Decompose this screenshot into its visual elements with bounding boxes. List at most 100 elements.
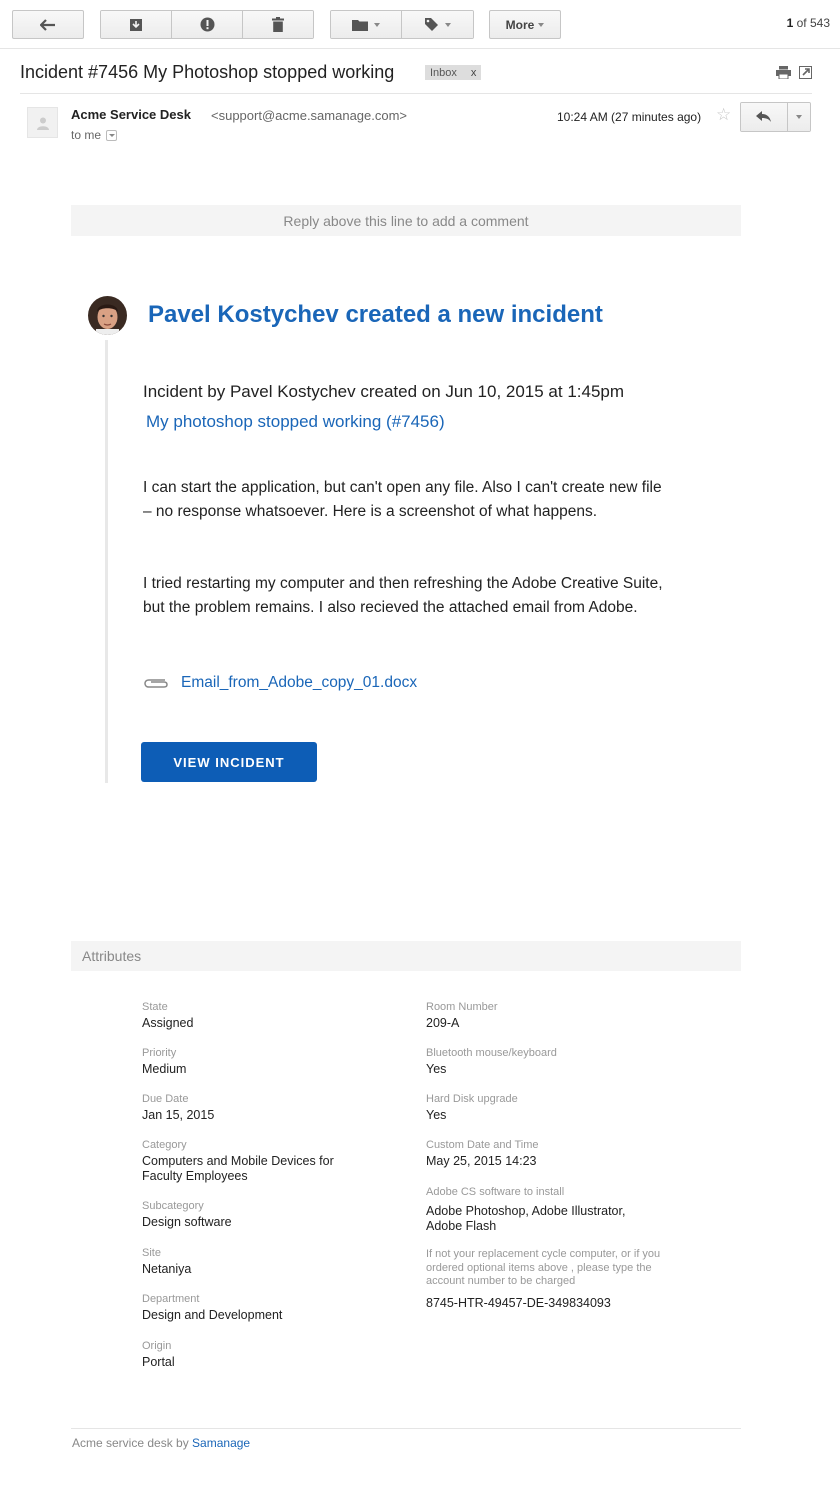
- toolbar: More 1 of 543: [0, 0, 840, 49]
- move-to-button[interactable]: [331, 11, 402, 38]
- tag-icon: [424, 18, 438, 31]
- thread-rail: [105, 340, 108, 783]
- labels-button[interactable]: [401, 11, 473, 38]
- attribute-due-date: Due Date Jan 15, 2015: [142, 1093, 382, 1123]
- attribute-label: Room Number: [426, 1001, 498, 1013]
- inbox-label-chip: Inbox x: [425, 65, 482, 80]
- action-button-group: [100, 10, 314, 39]
- attribute-value: Assigned: [142, 1016, 194, 1030]
- arrow-left-icon: [40, 18, 55, 31]
- more-label: More: [505, 17, 535, 32]
- attribute-value: Yes: [426, 1062, 447, 1076]
- sender-name[interactable]: Acme Service Desk: [71, 107, 191, 122]
- more-button[interactable]: More: [489, 10, 561, 39]
- reply-more-button[interactable]: [788, 103, 810, 131]
- attribute-value: Medium: [142, 1062, 187, 1076]
- view-incident-button[interactable]: VIEW INCIDENT: [141, 742, 317, 782]
- back-button[interactable]: [12, 10, 84, 39]
- move-label-group: [330, 10, 474, 39]
- exclamation-icon: [200, 17, 214, 32]
- pager: 1 of 543: [787, 16, 830, 30]
- report-spam-button[interactable]: [172, 11, 243, 38]
- attribute-custom-date: Custom Date and Time May 25, 2015 14:23: [426, 1139, 666, 1169]
- remove-label-button[interactable]: x: [471, 67, 477, 79]
- trash-icon: [272, 17, 284, 32]
- reply-button[interactable]: [741, 103, 789, 131]
- attribute-value: Computers and Mobile Devices for Faculty…: [142, 1154, 334, 1183]
- show-details-button[interactable]: [106, 129, 118, 141]
- attribute-label: Site: [142, 1247, 161, 1259]
- chevron-down-icon: [538, 22, 545, 27]
- attribute-value: 209-A: [426, 1016, 460, 1030]
- attribute-site: Site Netaniya: [142, 1247, 382, 1277]
- reply-button-group: [740, 102, 811, 132]
- description-paragraph: I can start the application, but can't o…: [143, 479, 662, 520]
- attribute-label: Priority: [142, 1047, 177, 1059]
- incident-heading: Pavel Kostychev created a new incident: [148, 301, 603, 328]
- attribute-department: Department Design and Development: [142, 1293, 382, 1323]
- reply-above-line: Reply above this line to add a comment: [71, 205, 741, 236]
- recipient-line: to me: [71, 128, 118, 142]
- attachment[interactable]: Email_from_Adobe_copy_01.docx: [143, 674, 417, 692]
- chevron-down-icon: [796, 115, 803, 119]
- description-paragraph: I tried restarting my computer and then …: [143, 575, 663, 616]
- incident-link[interactable]: My photoshop stopped working (#7456): [146, 412, 445, 432]
- attribute-value: Design software: [142, 1215, 232, 1229]
- email-timestamp: 10:24 AM (27 minutes ago): [557, 110, 702, 124]
- archive-button[interactable]: [101, 11, 172, 38]
- attribute-label: Custom Date and Time: [426, 1139, 539, 1151]
- person-placeholder-icon: [36, 117, 49, 130]
- attribute-value: Yes: [426, 1108, 447, 1122]
- folder-icon: [351, 19, 368, 31]
- attribute-adobe-cs: Adobe CS software to install Adobe Photo…: [426, 1186, 641, 1234]
- star-icon[interactable]: ☆: [716, 105, 731, 125]
- new-window-icon[interactable]: [799, 66, 812, 79]
- attachment-name[interactable]: Email_from_Adobe_copy_01.docx: [181, 674, 417, 692]
- footer-divider: [71, 1428, 741, 1429]
- delete-button[interactable]: [243, 11, 313, 38]
- attribute-value: 8745-HTR-49457-DE-349834093: [426, 1295, 611, 1310]
- attribute-label: Origin: [142, 1340, 172, 1352]
- attribute-value: Portal: [142, 1355, 175, 1369]
- attribute-label: Department: [142, 1293, 200, 1305]
- attribute-state: State Assigned: [142, 1001, 382, 1031]
- attributes-header: Attributes: [71, 941, 741, 971]
- sender-avatar: [27, 107, 58, 138]
- attribute-value: Design and Development: [142, 1308, 283, 1322]
- incident-created-line: Incident by Pavel Kostychev created on J…: [143, 382, 625, 401]
- attribute-value: Adobe Photoshop, Adobe Illustrator, Adob…: [426, 1204, 626, 1233]
- pager-total: of 543: [793, 16, 830, 30]
- attribute-label: Category: [142, 1139, 187, 1151]
- chevron-down-icon: [444, 22, 451, 27]
- samanage-link[interactable]: Samanage: [192, 1436, 250, 1450]
- email-subject: Incident #7456 My Photoshop stopped work…: [20, 62, 395, 82]
- sender-email: <support@acme.samanage.com>: [211, 108, 408, 123]
- attribute-bluetooth: Bluetooth mouse/keyboard Yes: [426, 1047, 666, 1077]
- attribute-label: Subcategory: [142, 1200, 204, 1212]
- subject-actions: [776, 66, 812, 79]
- attribute-room-number: Room Number 209-A: [426, 1001, 666, 1031]
- chevron-down-icon: [108, 133, 115, 137]
- attribute-value: Netaniya: [142, 1262, 192, 1276]
- attribute-label: Bluetooth mouse/keyboard: [426, 1047, 557, 1059]
- print-icon[interactable]: [776, 66, 791, 79]
- attribute-subcategory: Subcategory Design software: [142, 1200, 382, 1230]
- attribute-priority: Priority Medium: [142, 1047, 382, 1077]
- attribute-category: Category Computers and Mobile Devices fo…: [142, 1139, 357, 1184]
- attribute-label: Due Date: [142, 1093, 189, 1105]
- archive-icon: [130, 18, 142, 31]
- attribute-account-number: If not your replacement cycle computer, …: [426, 1248, 661, 1311]
- attribute-label: Hard Disk upgrade: [426, 1093, 518, 1105]
- attribute-value: Jan 15, 2015: [142, 1108, 215, 1122]
- attribute-value: May 25, 2015 14:23: [426, 1154, 537, 1168]
- chevron-down-icon: [373, 22, 380, 27]
- attribute-label: If not your replacement cycle computer, …: [426, 1248, 661, 1287]
- attribute-hard-disk: Hard Disk upgrade Yes: [426, 1093, 666, 1123]
- reply-icon: [756, 111, 772, 122]
- attribute-origin: Origin Portal: [142, 1340, 382, 1370]
- label-name: Inbox: [430, 66, 457, 79]
- footer: Acme service desk by Samanage: [72, 1436, 250, 1450]
- footer-text: Acme service desk by: [72, 1436, 193, 1450]
- requester-avatar: [88, 296, 127, 335]
- attribute-label: Adobe CS software to install: [426, 1186, 565, 1198]
